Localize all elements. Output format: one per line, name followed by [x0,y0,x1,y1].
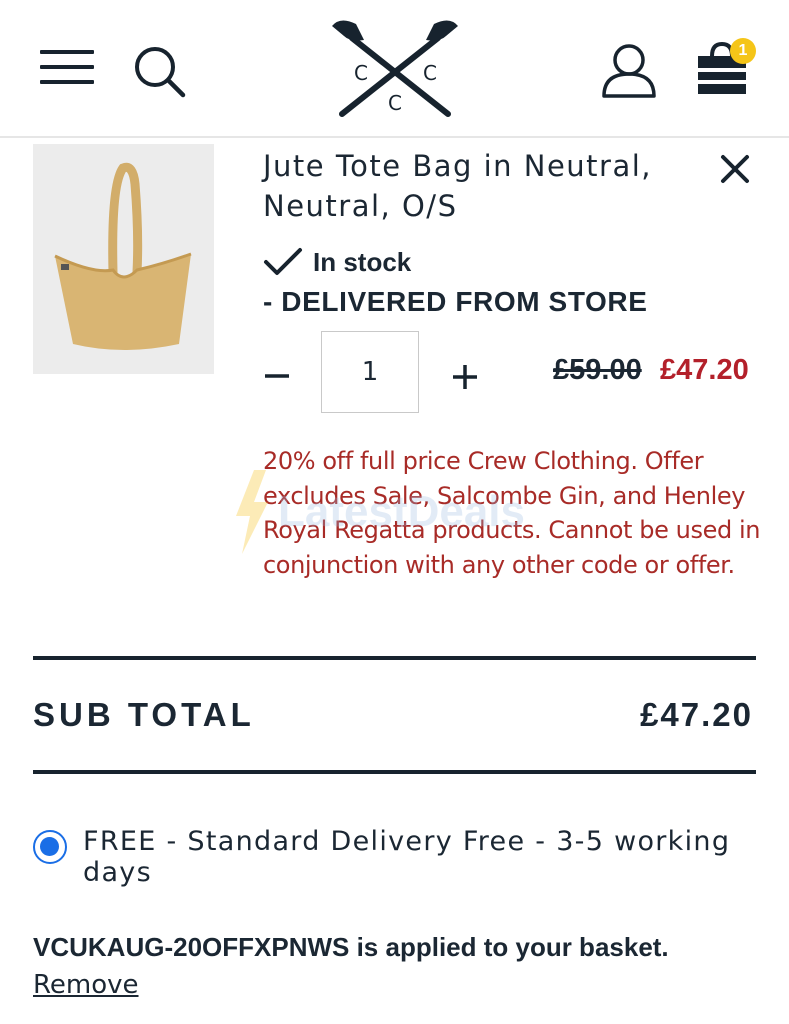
checkmark-icon [264,248,302,275]
quantity-input[interactable]: 1 [321,331,419,413]
close-icon[interactable] [716,150,754,188]
divider [33,770,756,774]
site-header: C C C 1 [0,0,789,138]
product-image[interactable] [33,144,214,374]
search-icon[interactable] [132,44,186,98]
delivery-note: - DELIVERED FROM STORE [263,286,648,317]
shopping-bag-button[interactable]: 1 [692,38,764,100]
svg-text:C: C [354,61,368,85]
stock-status-label: In stock [313,246,412,277]
minus-icon [265,374,289,378]
sale-price: £47.20 [660,354,749,386]
remove-promo-link[interactable]: Remove [33,970,139,1000]
subtotal-label: SUB TOTAL [33,696,255,733]
divider [33,656,756,660]
promo-applied-message: VCUKAUG-20OFFXPNWS is applied to your ba… [33,932,669,963]
delivery-option-label[interactable]: FREE - Standard Delivery Free - 3-5 work… [83,826,789,888]
bag-count-badge: 1 [730,38,756,64]
svg-text:C: C [423,61,437,85]
promo-code: VCUKAUG-20OFFXPNWS [33,932,350,962]
promo-applied-text: is applied to your basket. [349,932,669,962]
stock-status: In stock [263,244,411,280]
user-account-icon[interactable] [600,42,658,98]
original-price: £59.00 [553,354,642,386]
subtotal-value: £47.20 [640,696,753,733]
offer-description: 20% off full price Crew Clothing. Offer … [263,447,761,579]
crew-logo[interactable]: C C C [330,18,460,120]
quantity-decrease-button[interactable] [260,354,294,398]
product-name[interactable]: Jute Tote Bag in Neutral, Neutral, O/S [263,146,663,226]
delivery-option-radio[interactable] [33,830,67,864]
plus-icon [453,365,477,389]
svg-text:C: C [388,91,402,115]
hamburger-menu-icon[interactable] [40,50,94,86]
quantity-increase-button[interactable] [448,358,482,396]
